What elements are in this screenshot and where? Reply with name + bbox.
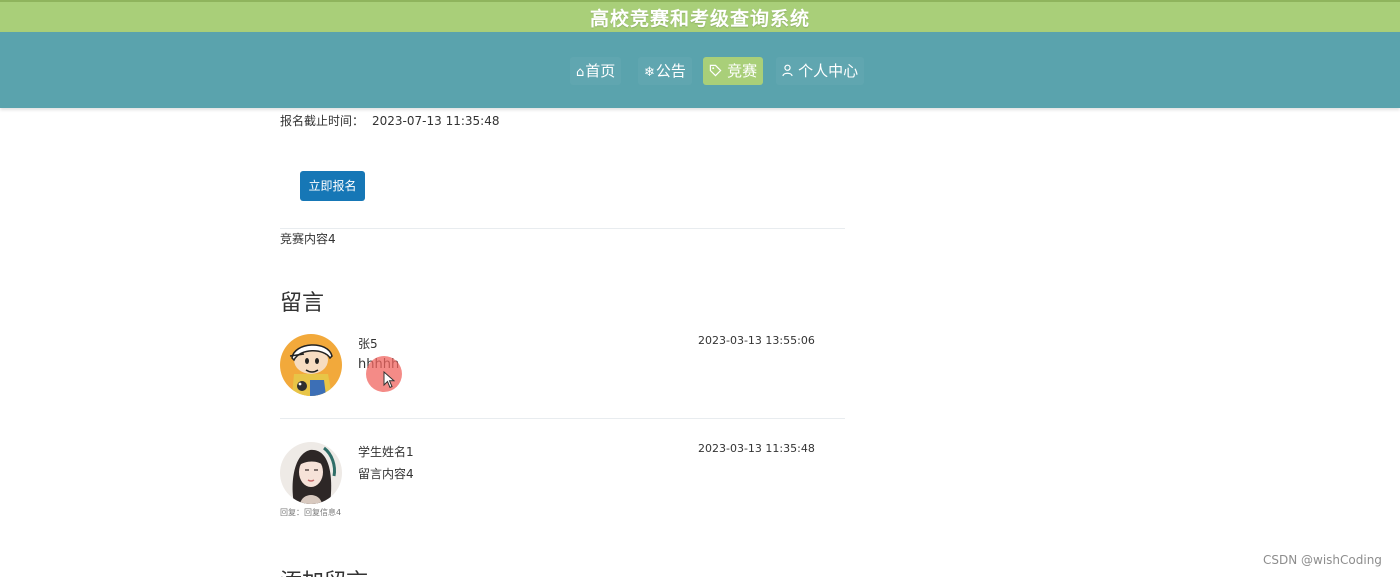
deadline-row: 报名截止时间： 2023-07-13 11:35:48 <box>280 112 499 129</box>
nav-item-competition[interactable]: 竞赛 <box>703 57 764 85</box>
divider <box>280 418 845 419</box>
girl-avatar <box>280 442 342 504</box>
comment-avatar <box>280 334 342 396</box>
deadline-value: 2023-07-13 11:35:48 <box>372 114 500 128</box>
comment-time: 2023-03-13 13:55:06 <box>698 334 815 347</box>
competition-content: 竞赛内容4 <box>280 232 336 246</box>
site-title: 高校竞赛和考级查询系统 <box>589 7 810 30</box>
home-icon: ⌂ <box>576 65 585 80</box>
comment-avatar <box>280 442 342 504</box>
nav-menu: ⌂首页 ❄公告 竞赛 个人中心 <box>0 57 1400 85</box>
nav-item-label: 个人中心 <box>798 62 859 80</box>
nav-item-personal-center[interactable]: 个人中心 <box>776 57 865 85</box>
comment-time: 2023-03-13 11:35:48 <box>698 442 815 455</box>
cartoon-boy-avatar <box>280 334 342 396</box>
comment-text: 留言内容4 <box>358 467 414 481</box>
title-bar: 高校竞赛和考级查询系统 <box>0 0 1400 32</box>
comment-author: 张5 <box>358 337 378 351</box>
nav-item-label: 竞赛 <box>727 62 758 80</box>
page: 高校竞赛和考级查询系统 ⌂首页 ❄公告 竞赛 个人中心 报名截止时间： 2023… <box>0 0 1400 577</box>
divider <box>280 228 845 229</box>
watermark: CSDN @wishCoding <box>1263 553 1382 567</box>
snowflake-icon: ❄ <box>644 65 655 80</box>
comment-reply: 回复：回复信息4 <box>280 508 342 517</box>
nav-item-label: 首页 <box>585 62 616 80</box>
comments-section-title: 留言 <box>280 291 325 316</box>
nav-item-home[interactable]: ⌂首页 <box>570 57 622 85</box>
tag-icon <box>709 64 726 80</box>
nav-item-announcement[interactable]: ❄公告 <box>638 57 692 85</box>
user-icon <box>782 64 797 80</box>
comment-author: 学生姓名1 <box>358 445 414 459</box>
mouse-cursor-icon <box>383 371 395 389</box>
add-comment-title: 添加留言 <box>280 564 368 577</box>
nav-bar: ⌂首页 ❄公告 竞赛 个人中心 <box>0 32 1400 108</box>
nav-item-label: 公告 <box>655 62 686 80</box>
signup-button[interactable]: 立即报名 <box>300 171 365 201</box>
deadline-label: 报名截止时间： <box>280 114 365 128</box>
